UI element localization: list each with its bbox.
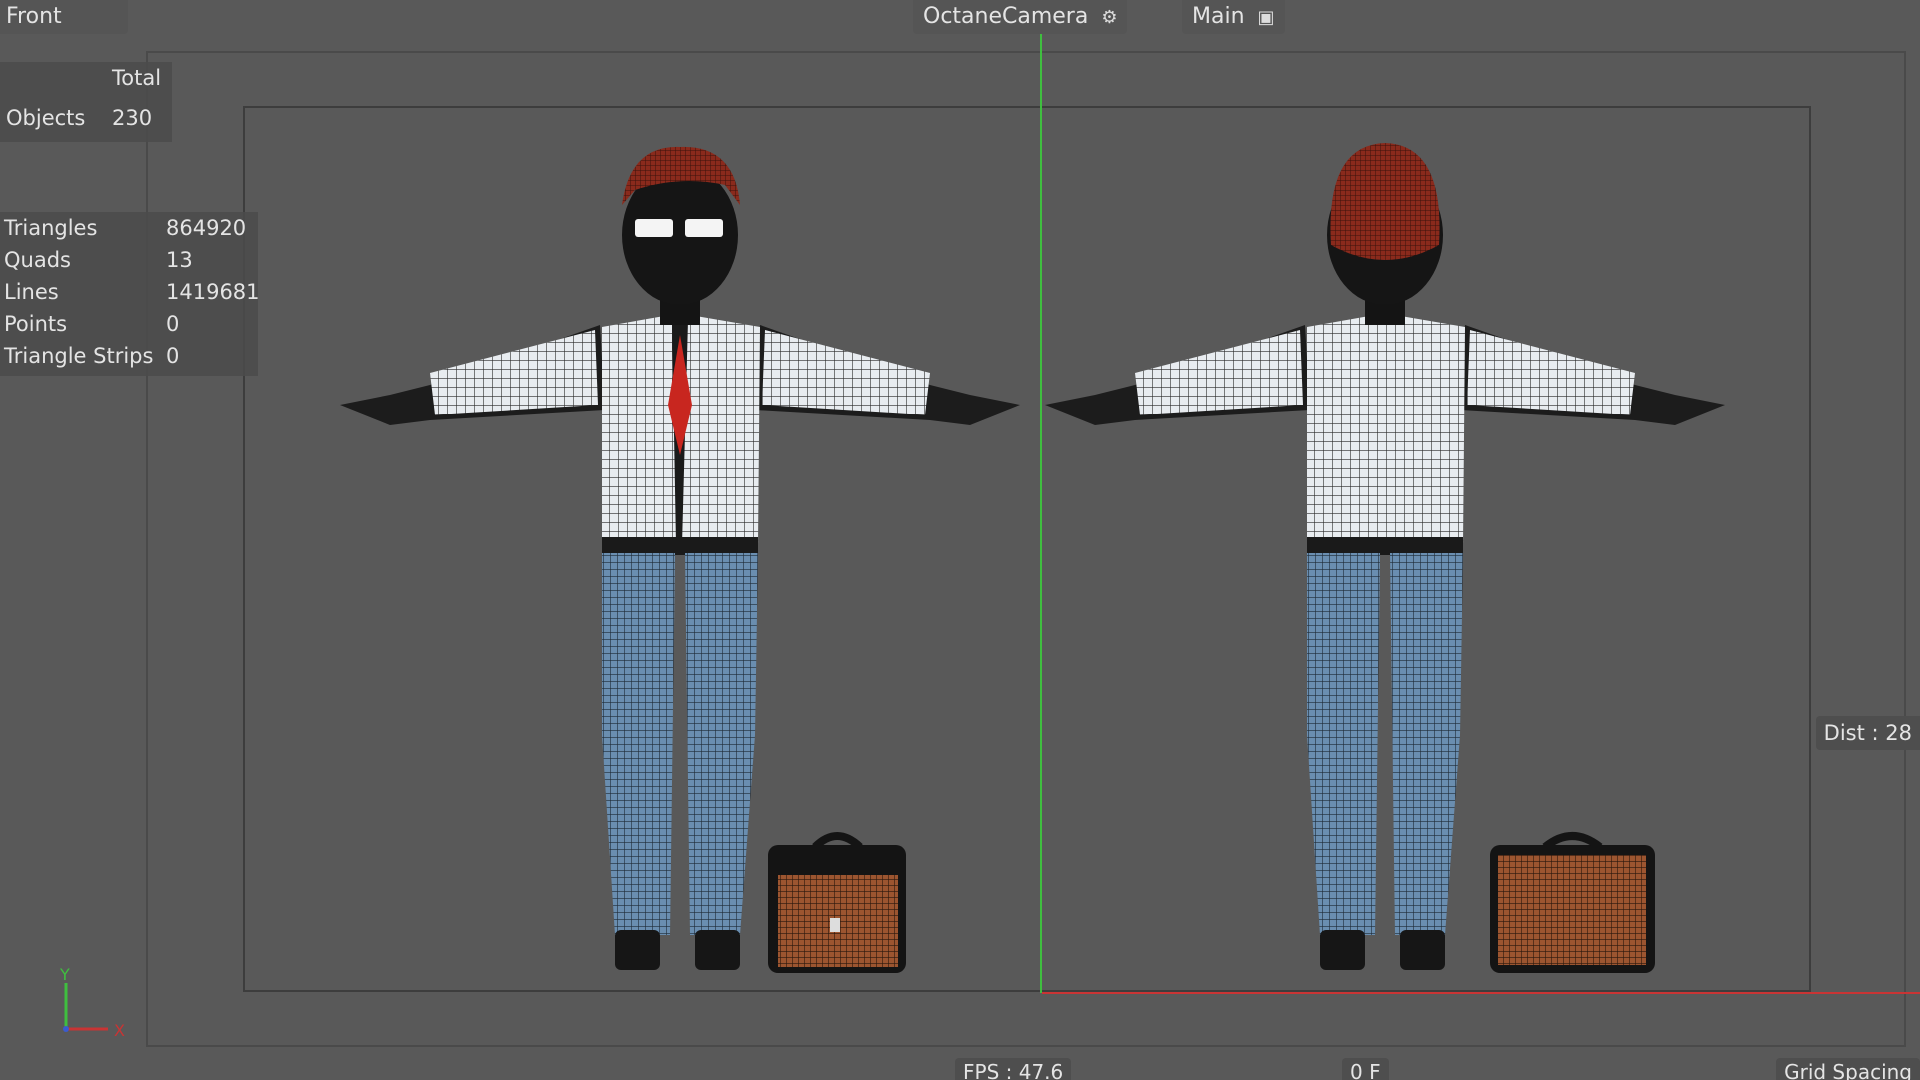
stats-value: 0 xyxy=(166,312,180,336)
stats-label: Lines xyxy=(4,280,59,304)
camera-icon: ⚙ xyxy=(1101,7,1118,28)
camera-selector[interactable]: OctaneCamera ⚙ xyxy=(913,0,1128,34)
clapperboard-icon: ▣ xyxy=(1257,7,1275,28)
camera-distance-readout: Dist : 28 xyxy=(1815,716,1920,750)
object-stats-panel: Total Objects 230 xyxy=(0,62,172,142)
stats-label: Triangles xyxy=(4,216,98,240)
stats-row-triangles: Triangles 864920 xyxy=(4,212,254,244)
stats-label: Quads xyxy=(4,248,71,272)
view-name-text: Front xyxy=(6,4,62,29)
fps-readout: FPS : 47.6 xyxy=(955,1058,1072,1080)
take-selector[interactable]: Main ▣ xyxy=(1182,0,1285,34)
gizmo-x-label: X xyxy=(114,1021,125,1040)
stats-value: 1419681 xyxy=(166,280,260,304)
grid-spacing-readout: Grid Spacing xyxy=(1776,1058,1920,1080)
stats-label: Triangle Strips xyxy=(4,344,154,368)
stats-row-points: Points 0 xyxy=(4,308,254,340)
polygon-stats-panel: Triangles 864920 Quads 13 Lines 1419681 … xyxy=(0,212,260,376)
take-label: Main xyxy=(1192,4,1245,29)
stats-value: 864920 xyxy=(166,216,247,240)
camera-label: OctaneCamera xyxy=(923,4,1089,29)
character-back-view[interactable] xyxy=(1035,135,1735,1005)
3d-viewport[interactable]: Front OctaneCamera ⚙ Main ▣ Total Object… xyxy=(0,0,1920,1080)
stats-row-lines: Lines 1419681 xyxy=(4,276,260,308)
viewport-view-name[interactable]: Front xyxy=(0,0,128,34)
stats-row-quads: Quads 13 xyxy=(4,244,254,276)
frame-readout: 0 F xyxy=(1342,1058,1389,1080)
character-front-view[interactable] xyxy=(330,135,1030,1005)
stats-row-triangle-strips: Triangle Strips 0 xyxy=(4,340,254,372)
stats-label: Points xyxy=(4,312,68,336)
stats-objects-label: Objects xyxy=(6,106,86,130)
stats-value: 0 xyxy=(166,344,180,368)
gizmo-y-label: Y xyxy=(59,965,70,984)
stats-total-header: Total xyxy=(112,66,162,90)
axis-gizmo: Y X xyxy=(59,965,125,1040)
stats-value: 13 xyxy=(166,248,193,272)
stats-objects-value: 230 xyxy=(112,106,153,130)
